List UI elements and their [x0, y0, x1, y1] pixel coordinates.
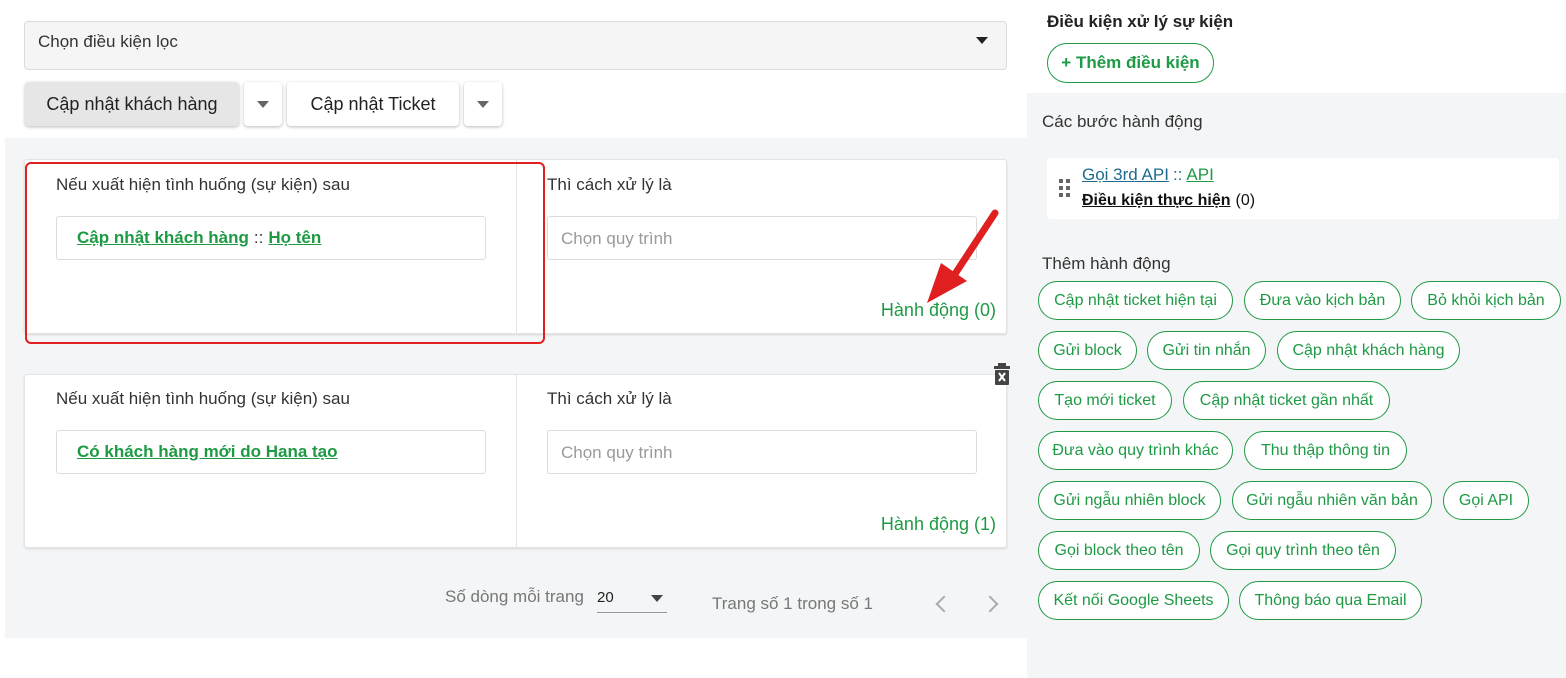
add-action-title: Thêm hành động — [1042, 254, 1171, 273]
step-condition-count: (0) — [1235, 192, 1256, 209]
add-condition-button[interactable]: + Thêm điều kiện — [1047, 43, 1214, 83]
action-chip[interactable]: Gọi API — [1443, 481, 1529, 520]
filter-select-text: Chọn điều kiện lọc — [38, 32, 178, 51]
action-chip[interactable]: Tạo mới ticket — [1038, 381, 1172, 420]
step-condition-link[interactable]: Điều kiện thực hiện — [1082, 192, 1231, 209]
action-chip[interactable]: Thu thập thông tin — [1244, 431, 1407, 470]
filter-condition-select[interactable]: Chọn điều kiện lọc — [24, 21, 1007, 70]
process-label: Thì cách xử lý là — [547, 175, 672, 194]
action-chip[interactable]: Thông báo qua Email — [1239, 581, 1422, 620]
drag-handle-icon[interactable] — [1059, 179, 1071, 197]
panel-footer — [1027, 630, 1566, 678]
action-chip[interactable]: Đưa vào kịch bản — [1244, 281, 1401, 320]
action-step-card: Gọi 3rd API:: API Điều kiện thực hiện (0) — [1047, 158, 1559, 219]
process-select[interactable]: Chọn quy trình — [547, 216, 977, 260]
rows-per-page-label: Số dòng mỗi trang — [445, 587, 584, 606]
action-chip[interactable]: Cập nhật ticket gần nhất — [1183, 381, 1390, 420]
column-divider — [516, 375, 517, 547]
event-primary-link[interactable]: Có khách hàng mới do Hana tạo — [77, 442, 338, 461]
tab-update-customer[interactable]: Cập nhật khách hàng — [25, 82, 239, 126]
rows-per-page-select[interactable]: 20 — [597, 587, 667, 613]
event-config-panel: Điều kiện xử lý sự kiện + Thêm điều kiện… — [1027, 0, 1566, 678]
action-chip[interactable]: Cập nhật ticket hiện tại — [1038, 281, 1233, 320]
filter-toolbar: Chọn điều kiện lọc Cập nhật khách hàng C… — [0, 0, 1027, 138]
process-label: Thì cách xử lý là — [547, 389, 672, 408]
tab-update-ticket-dropdown[interactable] — [464, 82, 502, 126]
event-field[interactable]: Có khách hàng mới do Hana tạo — [56, 430, 486, 474]
automation-rules-page: Chọn điều kiện lọc Cập nhật khách hàng C… — [0, 0, 1566, 678]
event-label: Nếu xuất hiện tình huống (sự kiện) sau — [56, 389, 350, 408]
caret-down-icon — [976, 37, 988, 44]
action-chip[interactable]: Bỏ khỏi kịch bản — [1411, 281, 1561, 320]
tab-update-ticket[interactable]: Cập nhật Ticket — [287, 82, 459, 126]
arrow-annotation-icon — [927, 209, 999, 303]
step-condition: Điều kiện thực hiện (0) — [1082, 192, 1255, 210]
action-chip[interactable]: Gửi tin nhắn — [1147, 331, 1266, 370]
steps-title: Các bước hành động — [1042, 112, 1203, 131]
conditions-title: Điều kiện xử lý sự kiện — [1047, 12, 1234, 31]
rows-per-page-value: 20 — [597, 589, 614, 606]
action-chip[interactable]: Gọi quy trình theo tên — [1210, 531, 1396, 570]
page-info: Trang số 1 trong số 1 — [712, 594, 873, 613]
process-select[interactable]: Chọn quy trình — [547, 430, 977, 474]
caret-down-icon — [477, 101, 489, 108]
step-title: Gọi 3rd API:: API — [1082, 165, 1214, 185]
action-chip[interactable]: Gửi block — [1038, 331, 1137, 370]
action-chip[interactable]: Gửi ngẫu nhiên block — [1038, 481, 1221, 520]
rule-card: Nếu xuất hiện tình huống (sự kiện) sau C… — [24, 374, 1007, 548]
action-chip[interactable]: Gọi block theo tên — [1038, 531, 1200, 570]
action-chip[interactable]: Cập nhật khách hàng — [1277, 331, 1460, 370]
caret-down-icon — [257, 101, 269, 108]
actions-link[interactable]: Hành động (1) — [881, 514, 996, 535]
trash-icon[interactable] — [993, 363, 1011, 385]
tab-update-customer-dropdown[interactable] — [244, 82, 282, 126]
highlight-annotation — [25, 162, 545, 344]
step-name-link[interactable]: Gọi 3rd API — [1082, 165, 1169, 184]
conditions-section: Điều kiện xử lý sự kiện + Thêm điều kiện — [1027, 0, 1566, 93]
step-type-link[interactable]: API — [1186, 165, 1213, 184]
action-chip[interactable]: Đưa vào quy trình khác — [1038, 431, 1233, 470]
caret-down-icon — [651, 595, 663, 602]
action-chip[interactable]: Gửi ngẫu nhiên văn bản — [1232, 481, 1432, 520]
step-separator: :: — [1172, 165, 1183, 184]
action-chip[interactable]: Kết nối Google Sheets — [1038, 581, 1229, 620]
